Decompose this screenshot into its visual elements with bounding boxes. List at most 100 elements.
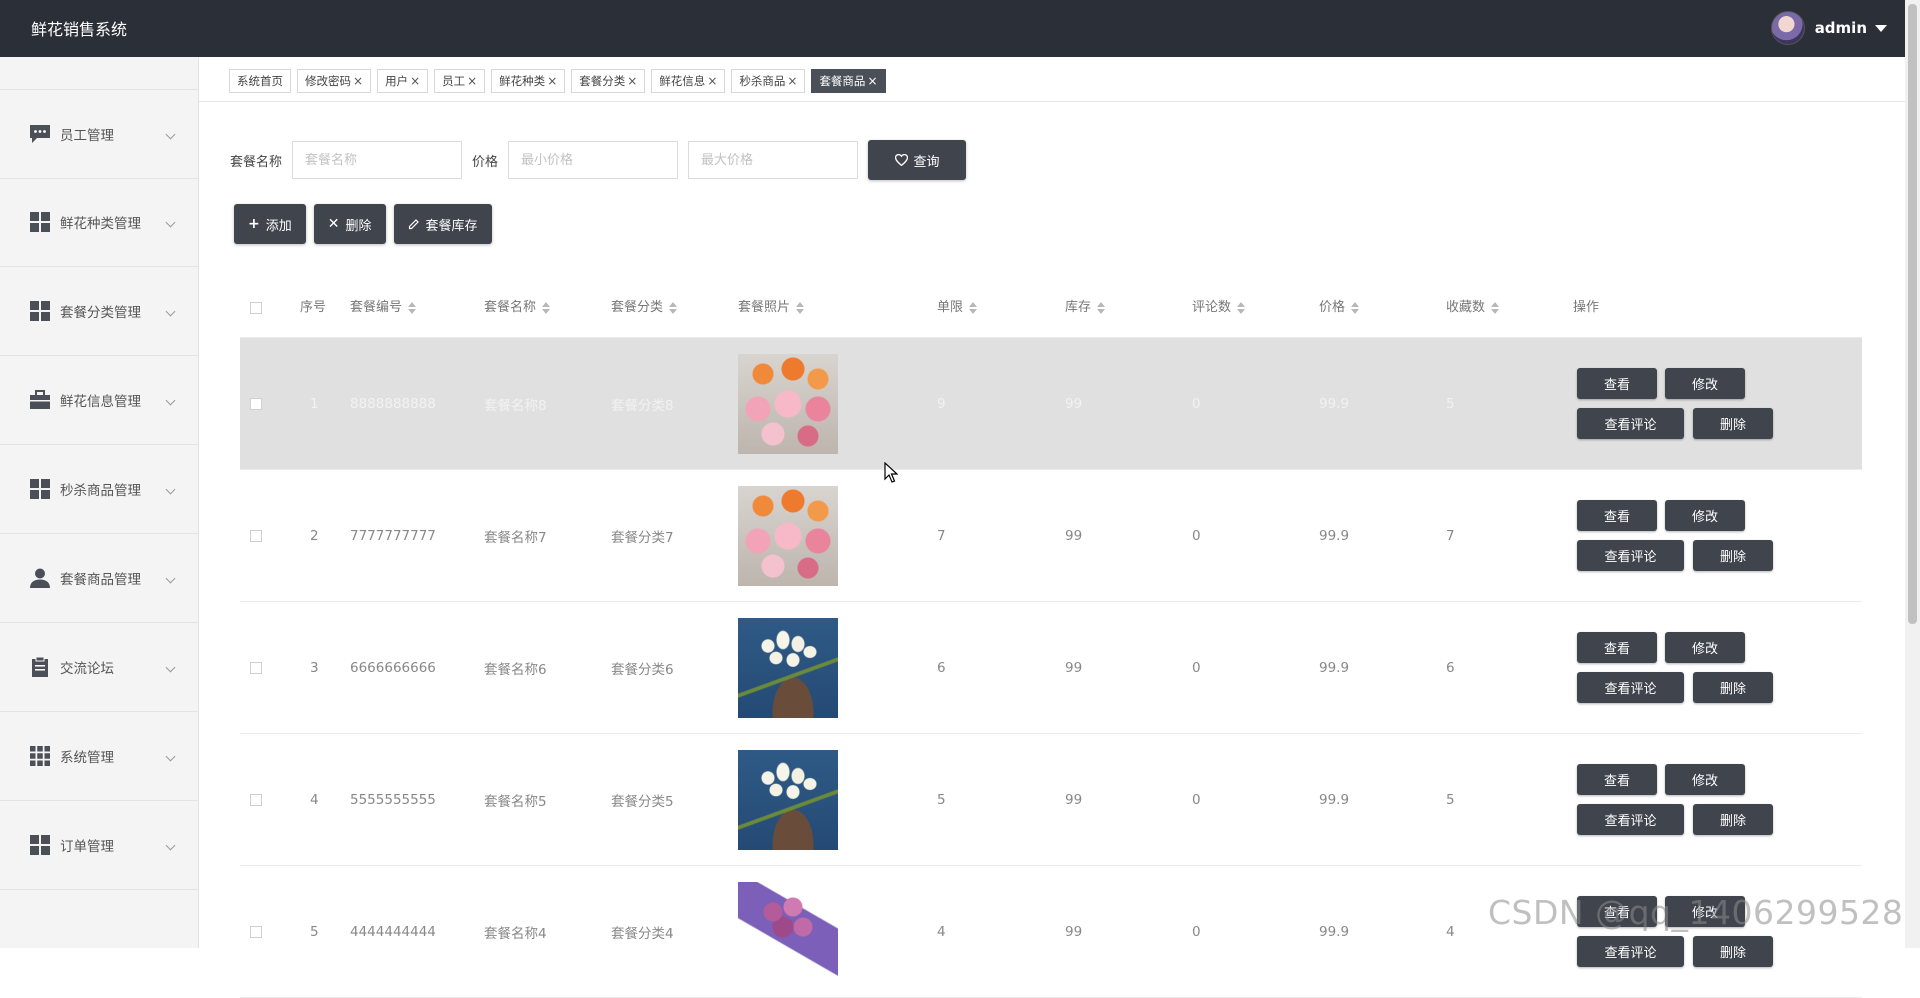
sidebar-item[interactable]: 鲜花信息管理 xyxy=(0,356,198,445)
chevron-down-icon[interactable] xyxy=(165,484,176,494)
sort-icon[interactable] xyxy=(669,301,678,314)
table-row[interactable]: 3 6666666666 套餐名称6 套餐分类6 6 99 0 99.9 6 查看 修改 查看评论 删除 xyxy=(240,602,1862,734)
chevron-down-icon[interactable] xyxy=(165,129,176,139)
col-photo[interactable]: 套餐照片 xyxy=(738,278,805,337)
col-code[interactable]: 套餐编号 xyxy=(350,278,417,337)
caret-down-icon[interactable] xyxy=(1875,24,1887,32)
tab-close-icon[interactable]: × xyxy=(867,74,877,88)
tab-close-icon[interactable]: × xyxy=(787,74,797,88)
chevron-down-icon[interactable] xyxy=(165,573,176,583)
edit-button[interactable]: 修改 xyxy=(1665,764,1745,795)
row-checkbox[interactable] xyxy=(250,529,262,542)
scrollbar-thumb[interactable] xyxy=(1908,4,1917,624)
sort-icon[interactable] xyxy=(1491,301,1500,314)
table-row[interactable]: 1 8888888888 套餐名称8 套餐分类8 9 99 0 99.9 5 查看 修改 查看评论 删除 xyxy=(240,338,1862,470)
tab[interactable]: 鲜花信息 × xyxy=(651,69,726,93)
view-comments-button[interactable]: 查看评论 xyxy=(1577,540,1684,571)
col-stock[interactable]: 库存 xyxy=(1065,278,1106,337)
delete-button[interactable]: 删除 xyxy=(1693,408,1773,439)
sort-icon[interactable] xyxy=(408,301,417,314)
row-checkbox[interactable] xyxy=(250,661,262,674)
edit-button[interactable]: 修改 xyxy=(1665,500,1745,531)
min-price-input[interactable] xyxy=(508,141,679,179)
table-row[interactable]: 5 4444444444 套餐名称4 套餐分类4 4 99 0 99.9 4 查看 修改 查看评论 删除 xyxy=(240,866,1862,998)
package-photo[interactable] xyxy=(738,353,838,454)
table-row[interactable]: 4 5555555555 套餐名称5 套餐分类5 5 99 0 99.9 5 查看 修改 查看评论 删除 xyxy=(240,734,1862,866)
view-button[interactable]: 查看 xyxy=(1577,764,1657,795)
chevron-down-icon[interactable] xyxy=(165,751,176,761)
sidebar-item[interactable]: 秒杀商品管理 xyxy=(0,445,198,534)
tab[interactable]: 修改密码 × xyxy=(297,69,372,93)
tab[interactable]: 秒杀商品 × xyxy=(731,69,806,93)
chevron-down-icon[interactable] xyxy=(165,217,176,227)
sort-icon[interactable] xyxy=(796,301,805,314)
edit-button[interactable]: 修改 xyxy=(1665,368,1745,399)
add-button[interactable]: + 添加 xyxy=(234,204,306,244)
package-photo[interactable] xyxy=(738,485,838,586)
stock-button[interactable]: 套餐库存 xyxy=(393,204,492,244)
col-price[interactable]: 价格 xyxy=(1319,278,1360,337)
view-button[interactable]: 查看 xyxy=(1577,500,1657,531)
sidebar-item[interactable]: 套餐分类管理 xyxy=(0,267,198,356)
view-comments-button[interactable]: 查看评论 xyxy=(1577,408,1684,439)
select-all-checkbox[interactable] xyxy=(250,301,262,314)
chevron-down-icon[interactable] xyxy=(165,662,176,672)
row-checkbox[interactable] xyxy=(250,397,262,410)
tab[interactable]: 套餐分类 × xyxy=(571,69,646,93)
delete-button[interactable]: 删除 xyxy=(1693,804,1773,835)
tab-close-icon[interactable]: × xyxy=(627,74,637,88)
tab[interactable]: 鲜花种类 × xyxy=(491,69,566,93)
view-comments-button[interactable]: 查看评论 xyxy=(1577,672,1684,703)
view-button[interactable]: 查看 xyxy=(1577,632,1657,663)
sort-icon[interactable] xyxy=(1351,301,1360,314)
col-favorites[interactable]: 收藏数 xyxy=(1446,278,1500,337)
sidebar-item[interactable]: 套餐商品管理 xyxy=(0,534,198,623)
chevron-down-icon[interactable] xyxy=(165,395,176,405)
tab[interactable]: 员工 × xyxy=(434,69,486,93)
view-comments-button[interactable]: 查看评论 xyxy=(1577,936,1684,967)
batch-delete-button[interactable]: ✕ 删除 xyxy=(313,204,386,244)
sort-icon[interactable] xyxy=(1237,301,1246,314)
sort-icon[interactable] xyxy=(1097,301,1106,314)
tab-close-icon[interactable]: × xyxy=(410,74,420,88)
chevron-down-icon[interactable] xyxy=(165,306,176,316)
tab-close-icon[interactable]: × xyxy=(353,74,363,88)
user-name[interactable]: admin xyxy=(1815,19,1867,37)
sidebar-item[interactable]: 员工管理 xyxy=(0,89,198,179)
tab-close-icon[interactable]: × xyxy=(467,74,477,88)
user-menu[interactable]: admin xyxy=(1770,11,1887,45)
sidebar-item[interactable]: 鲜花种类管理 xyxy=(0,178,198,267)
delete-button[interactable]: 删除 xyxy=(1693,936,1773,967)
tab-close-icon[interactable]: × xyxy=(707,74,717,88)
sidebar-item[interactable]: 系统管理 xyxy=(0,712,198,801)
name-search-input[interactable] xyxy=(292,141,463,179)
delete-button[interactable]: 删除 xyxy=(1693,540,1773,571)
delete-button[interactable]: 删除 xyxy=(1693,672,1773,703)
table-row[interactable]: 2 7777777777 套餐名称7 套餐分类7 7 99 0 99.9 7 查看 修改 查看评论 删除 xyxy=(240,470,1862,602)
row-checkbox[interactable] xyxy=(250,925,262,938)
sort-icon[interactable] xyxy=(542,301,551,314)
col-limit[interactable]: 单限 xyxy=(937,278,978,337)
edit-button[interactable]: 修改 xyxy=(1665,632,1745,663)
col-category[interactable]: 套餐分类 xyxy=(611,278,678,337)
sort-icon[interactable] xyxy=(969,301,978,314)
avatar[interactable] xyxy=(1770,11,1805,45)
chevron-down-icon[interactable] xyxy=(165,840,176,850)
tab[interactable]: 系统首页 xyxy=(229,69,291,93)
col-name[interactable]: 套餐名称 xyxy=(484,278,551,337)
max-price-input[interactable] xyxy=(688,141,859,179)
package-photo[interactable] xyxy=(738,749,838,850)
package-photo[interactable] xyxy=(738,881,838,982)
tab-close-icon[interactable]: × xyxy=(547,74,557,88)
view-comments-button[interactable]: 查看评论 xyxy=(1577,804,1684,835)
tab[interactable]: 用户 × xyxy=(377,69,429,93)
package-photo[interactable] xyxy=(738,617,838,718)
sidebar-item[interactable]: 交流论坛 xyxy=(0,623,198,712)
tab[interactable]: 套餐商品 × xyxy=(811,69,886,93)
query-button[interactable]: 查询 xyxy=(868,140,967,180)
sidebar-item[interactable]: 订单管理 xyxy=(0,801,198,890)
col-comments[interactable]: 评论数 xyxy=(1192,278,1246,337)
view-button[interactable]: 查看 xyxy=(1577,368,1657,399)
page-scrollbar[interactable] xyxy=(1905,0,1920,948)
row-checkbox[interactable] xyxy=(250,793,262,806)
